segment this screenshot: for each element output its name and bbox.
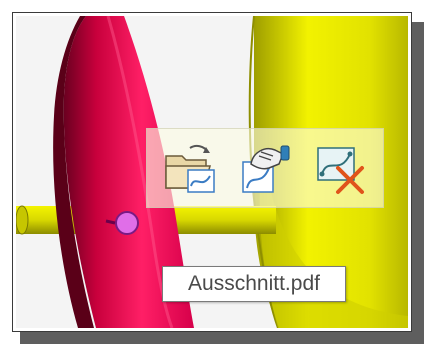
delete-curve-icon <box>316 147 364 194</box>
tool-drag-curve-button[interactable] <box>233 136 297 200</box>
open-folder-curve-icon <box>165 144 216 193</box>
point-marker <box>115 211 139 235</box>
3d-viewport[interactable]: Ausschnitt.pdf <box>16 16 408 328</box>
yellow-shaft-end <box>16 205 29 235</box>
mini-toolbar <box>146 128 384 208</box>
tooltip-text: Ausschnitt.pdf <box>188 272 320 295</box>
hand-curve-icon <box>242 145 290 193</box>
tooltip: Ausschnitt.pdf <box>162 266 346 302</box>
point-marker-stub <box>105 219 116 225</box>
tool-open-curve-button[interactable] <box>158 136 222 200</box>
tool-delete-curve-button[interactable] <box>308 136 372 200</box>
